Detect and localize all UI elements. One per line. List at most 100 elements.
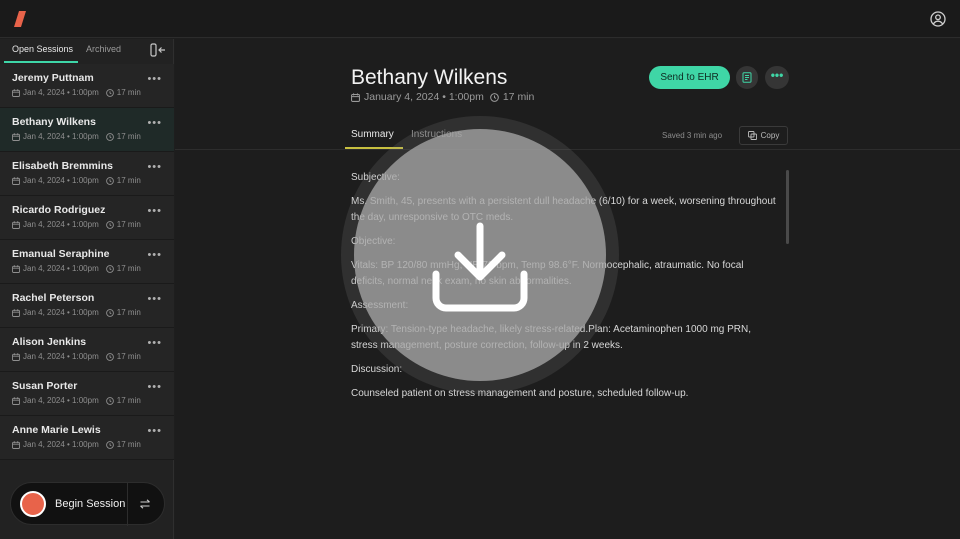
session-date: Jan 4, 2024 • 1:00pm [23, 308, 99, 317]
begin-session-button[interactable]: Begin Session [10, 482, 165, 526]
session-duration: 17 min [116, 352, 141, 361]
more-options-icon[interactable]: ••• [147, 205, 162, 217]
session-name: Ricardo Rodriguez [12, 204, 106, 216]
button-divider [127, 483, 128, 526]
copy-label: Copy [760, 131, 780, 140]
record-icon [20, 491, 46, 517]
session-duration: 17 min [116, 132, 141, 141]
session-duration: 17 min [502, 91, 535, 103]
scrollbar[interactable] [786, 170, 789, 244]
clock-icon [490, 92, 499, 102]
session-date: Jan 4, 2024 • 1:00pm [23, 88, 99, 97]
session-info: January 4, 2024 • 1:00pm 17 min [351, 91, 534, 103]
session-duration: 17 min [116, 176, 141, 185]
session-item[interactable]: Rachel Peterson ••• Jan 4, 2024 • 1:00pm… [0, 284, 174, 328]
session-date: Jan 4, 2024 • 1:00pm [23, 176, 99, 185]
session-meta: Jan 4, 2024 • 1:00pm 17 min [12, 396, 141, 405]
send-to-ehr-button[interactable]: Send to EHR [649, 66, 730, 89]
active-tab-indicator [4, 61, 78, 63]
calendar-icon [12, 132, 20, 141]
session-meta: Jan 4, 2024 • 1:00pm 17 min [12, 264, 141, 273]
clock-icon [105, 264, 114, 273]
begin-session-label: Begin Session [55, 498, 126, 510]
session-name: Alison Jenkins [12, 336, 87, 348]
top-bar [0, 0, 960, 38]
session-list: Jeremy Puttnam ••• Jan 4, 2024 • 1:00pm … [0, 64, 174, 460]
session-duration: 17 min [116, 220, 141, 229]
session-meta: Jan 4, 2024 • 1:00pm 17 min [12, 176, 141, 185]
page-title: Bethany Wilkens [351, 66, 508, 89]
tab-summary[interactable]: Summary [351, 129, 394, 140]
session-item-active[interactable]: Bethany Wilkens ••• Jan 4, 2024 • 1:00pm… [0, 108, 174, 152]
session-item[interactable]: Elisabeth Bremmins ••• Jan 4, 2024 • 1:0… [0, 152, 174, 196]
calendar-icon [351, 92, 360, 102]
saved-status: Saved 3 min ago [662, 131, 723, 140]
more-options-icon[interactable]: ••• [147, 337, 162, 349]
swap-arrows-icon[interactable] [139, 498, 151, 510]
session-date: Jan 4, 2024 • 1:00pm [23, 220, 99, 229]
more-options-icon[interactable]: ••• [147, 381, 162, 393]
session-name: Elisabeth Bremmins [12, 160, 113, 172]
session-name: Susan Porter [12, 380, 78, 392]
clock-icon [105, 176, 114, 185]
more-options-icon[interactable]: ••• [147, 161, 162, 173]
document-icon [742, 72, 752, 83]
session-meta: Jan 4, 2024 • 1:00pm 17 min [12, 88, 141, 97]
session-meta: Jan 4, 2024 • 1:00pm 17 min [12, 308, 141, 317]
clock-icon [105, 220, 114, 229]
session-item[interactable]: Emanual Seraphine ••• Jan 4, 2024 • 1:00… [0, 240, 174, 284]
session-name: Anne Marie Lewis [12, 424, 101, 436]
calendar-icon [12, 396, 20, 405]
sidebar: Open Sessions Archived Jeremy Puttnam ••… [0, 39, 174, 539]
session-date: Jan 4, 2024 • 1:00pm [23, 440, 99, 449]
session-item[interactable]: Susan Porter ••• Jan 4, 2024 • 1:00pm 17… [0, 372, 174, 416]
session-name: Bethany Wilkens [12, 116, 96, 128]
session-name: Emanual Seraphine [12, 248, 110, 260]
clock-icon [105, 440, 114, 449]
calendar-icon [12, 220, 20, 229]
session-meta: Jan 4, 2024 • 1:00pm 17 min [12, 352, 141, 361]
calendar-icon [12, 440, 20, 449]
download-icon [432, 222, 528, 312]
tab-open-sessions[interactable]: Open Sessions [12, 44, 73, 54]
session-date: Jan 4, 2024 • 1:00pm [23, 264, 99, 273]
sidebar-tabs: Open Sessions Archived [0, 39, 174, 63]
user-circle-icon[interactable] [930, 11, 946, 27]
clock-icon [105, 396, 114, 405]
session-date: January 4, 2024 • 1:00pm [364, 91, 484, 103]
clock-icon [105, 308, 114, 317]
more-actions-button[interactable]: ••• [765, 66, 789, 89]
session-name: Jeremy Puttnam [12, 72, 94, 84]
calendar-icon [12, 176, 20, 185]
session-item[interactable]: Alison Jenkins ••• Jan 4, 2024 • 1:00pm … [0, 328, 174, 372]
session-duration: 17 min [116, 308, 141, 317]
tab-archived[interactable]: Archived [86, 44, 121, 54]
collapse-sidebar-icon[interactable] [150, 43, 166, 57]
clock-icon [105, 132, 114, 141]
session-duration: 17 min [116, 88, 141, 97]
session-meta: Jan 4, 2024 • 1:00pm 17 min [12, 440, 141, 449]
copy-icon [747, 131, 757, 140]
section-body: Counseled patient on stress management a… [351, 388, 689, 399]
calendar-icon [12, 88, 20, 97]
session-item[interactable]: Jeremy Puttnam ••• Jan 4, 2024 • 1:00pm … [0, 64, 174, 108]
more-options-icon[interactable]: ••• [147, 293, 162, 305]
session-name: Rachel Peterson [12, 292, 95, 304]
session-item[interactable]: Ricardo Rodriguez ••• Jan 4, 2024 • 1:00… [0, 196, 174, 240]
more-options-icon[interactable]: ••• [147, 73, 162, 85]
session-duration: 17 min [116, 440, 141, 449]
clock-icon [105, 88, 114, 97]
document-button[interactable] [736, 66, 758, 89]
session-date: Jan 4, 2024 • 1:00pm [23, 396, 99, 405]
copy-button[interactable]: Copy [739, 126, 788, 145]
session-duration: 17 min [116, 396, 141, 405]
app-logo[interactable] [14, 11, 26, 27]
clock-icon [105, 352, 114, 361]
more-options-icon[interactable]: ••• [147, 117, 162, 129]
more-options-icon[interactable]: ••• [147, 249, 162, 261]
session-item[interactable]: Anne Marie Lewis ••• Jan 4, 2024 • 1:00p… [0, 416, 174, 460]
more-options-icon[interactable]: ••• [147, 425, 162, 437]
session-duration: 17 min [116, 264, 141, 273]
session-meta: Jan 4, 2024 • 1:00pm 17 min [12, 220, 141, 229]
calendar-icon [12, 264, 20, 273]
